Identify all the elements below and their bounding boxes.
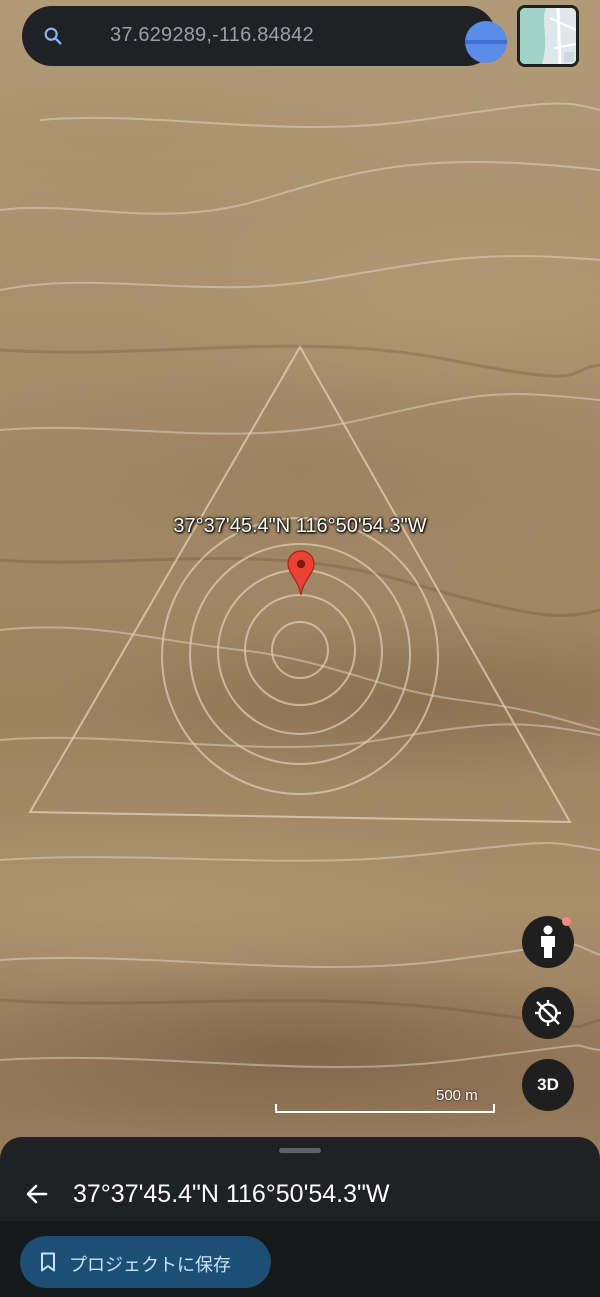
terrain-overlay [0,102,600,1069]
save-to-project-label: プロジェクトに保存 [69,1255,231,1275]
bookmark-icon [41,1252,55,1272]
location-pin-icon[interactable] [287,550,315,596]
map-thumbnail-icon [520,8,576,64]
sheet-actions: プロジェクトに保存 [0,1221,600,1297]
search-icon[interactable] [42,25,64,47]
back-arrow-icon[interactable] [24,1181,50,1207]
location-disabled-icon [535,1000,561,1026]
my-location-button[interactable] [522,987,574,1039]
drag-handle[interactable] [279,1148,321,1153]
notification-dot [562,917,571,926]
scale-label: 500 m [436,1087,478,1104]
map-layers-button[interactable] [517,5,579,67]
search-input[interactable]: 37.629289,-116.84842 [110,24,314,47]
pegman-icon [541,925,555,958]
place-bottom-sheet[interactable]: 37°37'45.4"N 116°50'54.3"W プロジェクトに保存 [0,1137,600,1297]
avatar[interactable] [465,21,507,63]
3d-toggle-button[interactable]: 3D [522,1059,574,1111]
scale-bar [275,1104,495,1113]
satellite-map[interactable] [0,0,600,1297]
save-to-project-button[interactable]: プロジェクトに保存 [20,1236,271,1288]
search-bar[interactable]: 37.629289,-116.84842 [22,6,507,66]
street-view-button[interactable] [522,916,574,968]
marker-coordinate-label: 37°37'45.4"N 116°50'54.3"W [173,515,427,537]
place-title: 37°37'45.4"N 116°50'54.3"W [73,1180,390,1208]
